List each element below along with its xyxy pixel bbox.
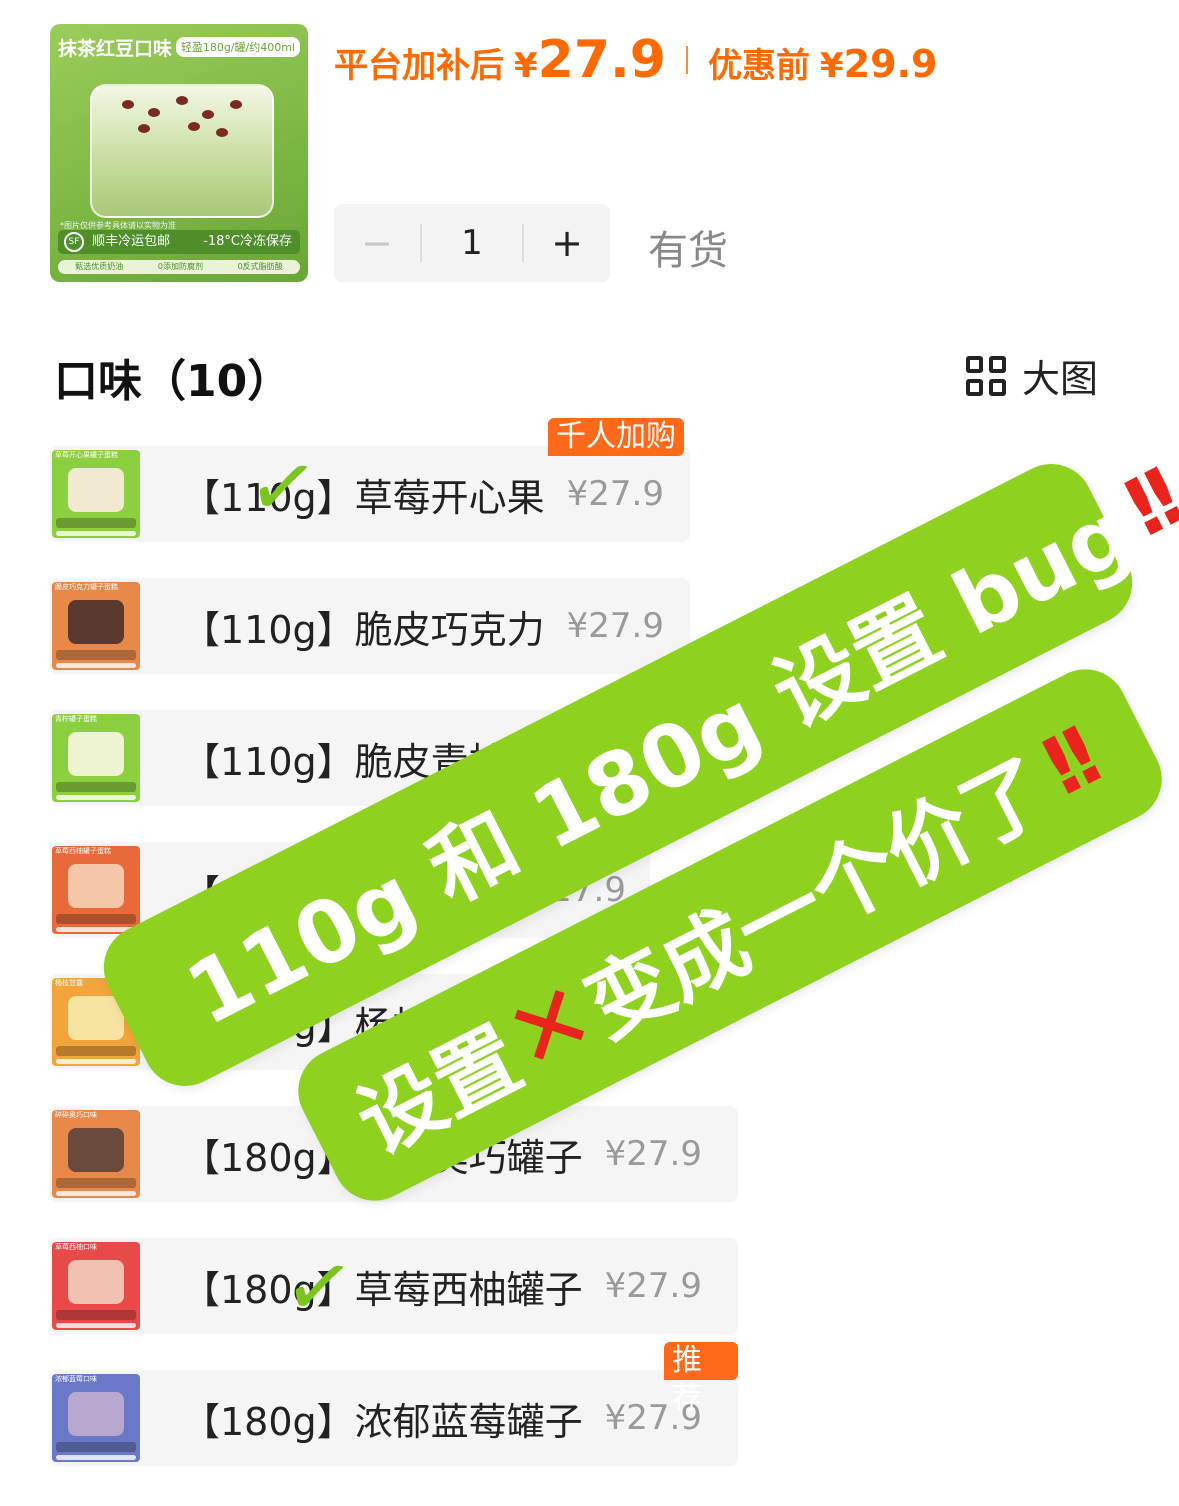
feature-band [56,1323,136,1328]
shipping-band [56,650,136,660]
shipping-band [56,1046,136,1056]
flavor-price: ¥27.9 [566,474,664,514]
increase-button[interactable]: + [524,221,610,265]
feature-band [56,531,136,536]
cake-jar-illustration [68,996,124,1040]
thumbnail-title: 脆皮巧克力罐子蛋糕 [55,583,118,591]
price-label: 平台加补后 [334,46,504,86]
flavor-badge: 千人加购 [548,418,684,456]
cake-jar-illustration [68,1392,124,1436]
flavor-thumbnail: 青柠罐子蛋糕 [52,714,140,802]
flavor-thumbnail: 碎碎奥巧口味 [52,1110,140,1198]
flavor-section-title: 口味（10） [54,356,292,407]
quantity-value[interactable]: 1 [420,224,524,262]
thumbnail-title: 碎碎奥巧口味 [55,1111,97,1119]
feature-strip: 甄选优质奶油 0添加防腐剂 0反式脂肪酸 [58,260,300,274]
cake-jar-illustration [90,84,274,218]
price-row: 平台加补后 ¥ 27.9 优惠前 ¥ 29.9 [334,30,937,90]
flavor-name: 【110g】脆皮巧克力 [182,607,545,652]
product-image-title: 抹茶红豆口味 [58,38,173,60]
cake-jar-illustration [68,864,124,908]
flavor-option[interactable]: 脆皮巧克力罐子蛋糕【110g】脆皮巧克力 ¥27.9 [50,578,690,674]
thumbnail-title: 浓郁蓝莓口味 [55,1375,97,1383]
shipping-band [56,1310,136,1320]
storage-text: -18°C冷冻保存 [203,234,292,249]
flavor-price: ¥27.9 [566,606,664,646]
product-image-tag: 轻盈180g/罐/约400ml [175,37,300,57]
shipping-band [56,914,136,924]
flavor-price: ¥27.9 [604,1266,702,1306]
shipping-bar: SF 顺丰冷运包邮 -18°C冷冻保存 [58,230,300,254]
feature-band [56,1059,136,1064]
flavor-thumbnail: 草莓开心果罐子蛋糕 [52,450,140,538]
flavor-thumbnail: 草莓西柚口味 [52,1242,140,1330]
quantity-stepper: − 1 + [334,204,610,282]
current-price: 27.9 [537,30,666,90]
flavor-name: 【180g】浓郁蓝莓罐子 [182,1399,583,1444]
flavor-name: 【180g】草莓西柚罐子 [182,1267,583,1312]
thumbnail-title: 青柠罐子蛋糕 [55,715,97,723]
feature-band [56,1191,136,1196]
flavor-option[interactable]: 草莓开心果罐子蛋糕【110g】草莓开心果 ¥27.9 千人加购 [50,418,690,542]
green-check-icon: ✓ [277,1233,361,1341]
feature-band [56,795,136,800]
grid-icon [966,355,1006,396]
shipping-band [56,1178,136,1188]
flavor-price: ¥27.9 [604,1134,702,1174]
cake-jar-illustration [68,468,124,512]
view-toggle-button[interactable]: 大图 [966,348,1098,403]
product-image[interactable]: 抹茶红豆口味 轻盈180g/罐/约400ml *图片仅供参考具体请以实物为准 S… [50,24,308,282]
shipping-band [56,518,136,528]
old-price: 29.9 [843,42,938,86]
stock-status: 有货 [648,228,728,274]
cake-jar-illustration [68,732,124,776]
view-toggle-label: 大图 [1022,357,1099,401]
currency-symbol: ¥ [514,46,538,86]
thumbnail-title: 草莓开心果罐子蛋糕 [55,451,118,459]
flavor-name: 【110g】草莓开心果 [182,475,545,520]
flavor-badge: 推荐 [664,1342,738,1416]
feature-item: 0添加防腐剂 [157,262,203,271]
shipping-band [56,782,136,792]
thumbnail-title: 草莓西柚口味 [55,1243,97,1251]
old-price-label: 优惠前 [707,46,810,86]
currency-symbol: ¥ [819,46,844,86]
sf-express-icon: SF [64,231,84,252]
flavor-option[interactable]: 草莓西柚口味【180g】草莓西柚罐子 ¥27.9 [50,1238,738,1334]
green-check-icon: ✓ [241,433,325,541]
shipping-band [56,1442,136,1452]
feature-item: 0反式脂肪酸 [237,262,283,271]
feature-band [56,663,136,668]
flavor-thumbnail: 草莓西柚罐子蛋糕 [52,846,140,934]
cake-jar-illustration [68,600,124,644]
cake-jar-illustration [68,1128,124,1172]
cake-jar-illustration [68,1260,124,1304]
flavor-option[interactable]: 浓郁蓝莓口味 【180g】浓郁蓝莓罐子 ¥27.9 推荐 [50,1342,738,1466]
thumbnail-title: 草莓西柚罐子蛋糕 [55,847,111,855]
feature-band [56,1455,136,1460]
price-divider [685,46,688,74]
shipping-text: 顺丰冷运包邮 [92,234,171,249]
flavor-thumbnail: 脆皮巧克力罐子蛋糕 [52,582,140,670]
feature-item: 甄选优质奶油 [75,262,124,271]
flavor-thumbnail: 浓郁蓝莓口味 [52,1374,140,1462]
decrease-button[interactable]: − [334,221,420,265]
